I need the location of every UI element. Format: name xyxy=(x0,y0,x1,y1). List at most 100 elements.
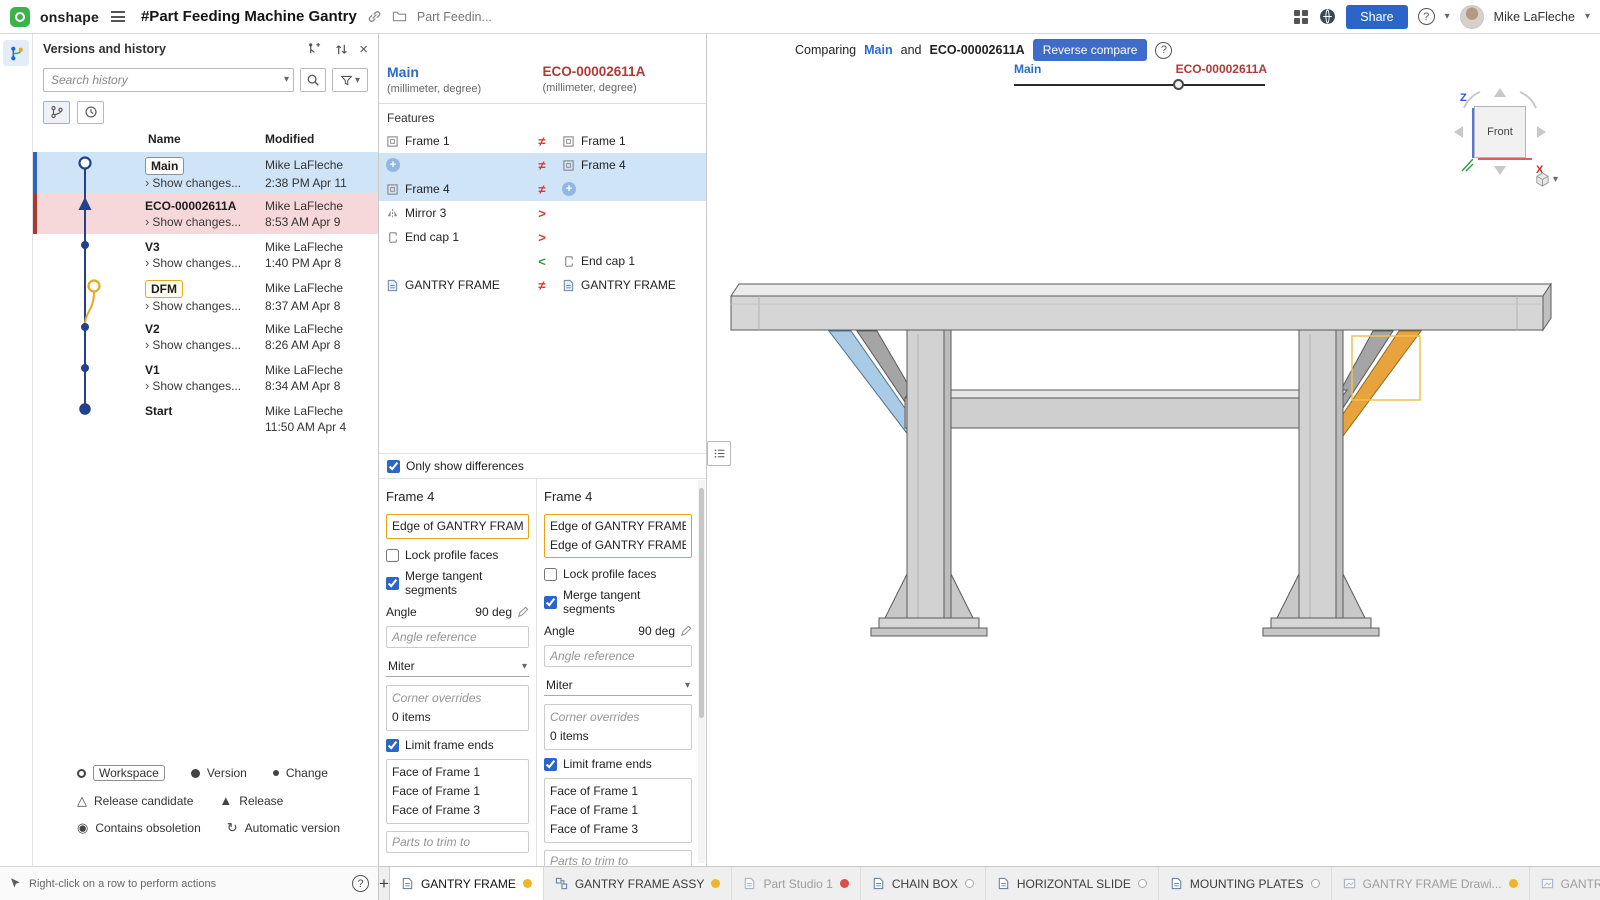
search-button[interactable] xyxy=(300,68,326,92)
merge-tangent-segments-checkbox[interactable]: Merge tangent segments xyxy=(544,588,692,616)
filter-button[interactable]: ▾ xyxy=(332,68,368,92)
search-scope-caret-icon[interactable]: ▾ xyxy=(284,74,289,85)
tab-chain-box[interactable]: CHAIN BOX xyxy=(861,867,986,900)
apps-grid-icon[interactable] xyxy=(1293,9,1309,25)
expand-chevron-icon[interactable]: › xyxy=(145,255,149,270)
reverse-compare-button[interactable]: Reverse compare xyxy=(1033,39,1148,61)
slider-handle[interactable] xyxy=(1173,79,1184,90)
expand-chevron-icon[interactable]: › xyxy=(145,214,149,229)
merge-tangent-segments-checkbox[interactable]: Merge tangent segments xyxy=(386,569,529,597)
corner-overrides-list[interactable]: Corner overrides 0 items xyxy=(544,704,692,750)
main-menu-icon[interactable] xyxy=(109,6,127,26)
compare-row[interactable]: Mirror 3 > xyxy=(379,201,706,225)
history-list-toggle[interactable] xyxy=(77,101,104,124)
angle-reference-input[interactable]: Angle reference xyxy=(544,645,692,667)
tab-gantry-frame-assy[interactable]: GANTRY FRAME ASSY xyxy=(544,867,733,900)
tab-part-studio-1[interactable]: Part Studio 1 xyxy=(732,867,860,900)
limit-frame-ends-checkbox[interactable]: Limit frame ends xyxy=(386,738,529,752)
comparing-left-link[interactable]: Main xyxy=(864,43,892,57)
rotate-left-arrow-icon[interactable] xyxy=(1454,126,1463,138)
history-row-main[interactable]: MainMike LaFleche ›Show changes...2:38 P… xyxy=(33,152,378,193)
slider-track[interactable] xyxy=(1014,84,1265,86)
only-show-differences-checkbox[interactable]: Only show differences xyxy=(379,453,706,478)
show-changes-link[interactable]: Show changes... xyxy=(152,215,241,229)
slider-left-label[interactable]: Main xyxy=(1014,62,1041,76)
compare-row[interactable]: Frame 4 ≠ + xyxy=(379,177,706,201)
rotate-down-arrow-icon[interactable] xyxy=(1494,166,1506,175)
user-menu-caret-icon[interactable]: ▾ xyxy=(1585,11,1590,22)
equation-icon[interactable] xyxy=(680,625,692,637)
compare-row[interactable]: + ≠ Frame 4 xyxy=(379,153,706,177)
graphics-viewport[interactable]: Comparing Main and ECO-00002611A Reverse… xyxy=(707,34,1600,866)
compare-help-icon[interactable]: ? xyxy=(1155,42,1172,59)
help-icon[interactable]: ? xyxy=(1418,8,1435,25)
close-panel-icon[interactable]: × xyxy=(359,41,368,58)
edge-selection-box[interactable]: Edge of GANTRY FRAME Edge of GANTRY FRAM… xyxy=(544,514,692,558)
compare-row[interactable]: End cap 1 > xyxy=(379,225,706,249)
folder-icon[interactable] xyxy=(392,9,407,24)
expand-chevron-icon[interactable]: › xyxy=(145,337,149,352)
show-changes-link[interactable]: Show changes... xyxy=(152,256,241,270)
show-changes-link[interactable]: Show changes... xyxy=(152,338,241,352)
corner-style-select[interactable]: Miter ▾ xyxy=(544,675,692,696)
frame-ends-faces-list[interactable]: Face of Frame 1 Face of Frame 1 Face of … xyxy=(544,778,692,843)
tab-gantry-frame-drawing[interactable]: GANTRY FRAME Drawi... xyxy=(1332,867,1530,900)
statusbar-help-icon[interactable]: ? xyxy=(352,875,369,892)
history-row-v1[interactable]: V1Mike LaFleche ›Show changes...8:34 AM … xyxy=(33,357,378,398)
show-changes-link[interactable]: Show changes... xyxy=(152,176,241,190)
versions-panel-icon[interactable] xyxy=(3,40,29,66)
expand-chevron-icon[interactable]: › xyxy=(145,175,149,190)
slider-right-label[interactable]: ECO-00002611A xyxy=(1176,62,1267,76)
tab-horizontal-slide[interactable]: HORIZONTAL SLIDE xyxy=(986,867,1159,900)
onshape-logo-icon[interactable] xyxy=(10,7,30,27)
history-row-start[interactable]: StartMike LaFleche 11:50 AM Apr 4 xyxy=(33,398,378,439)
comparing-right-link[interactable]: ECO-00002611A xyxy=(929,43,1024,57)
view-options-cube-icon[interactable]: ▾ xyxy=(1535,172,1558,187)
user-avatar[interactable] xyxy=(1460,5,1484,29)
compare-versions-icon[interactable] xyxy=(331,39,351,59)
rotate-right-arrow-icon[interactable] xyxy=(1537,126,1546,138)
expand-chevron-icon[interactable]: › xyxy=(145,378,149,393)
angle-reference-input[interactable]: Angle reference xyxy=(386,626,529,648)
graph-view-toggle[interactable] xyxy=(43,101,70,124)
compare-scrollbar[interactable] xyxy=(698,480,705,863)
frame-ends-faces-list[interactable]: Face of Frame 1 Face of Frame 1 Face of … xyxy=(386,759,529,824)
assembly-icon xyxy=(555,877,568,890)
create-version-icon[interactable] xyxy=(303,39,323,59)
history-row-v3[interactable]: V3Mike LaFleche ›Show changes...1:40 PM … xyxy=(33,234,378,275)
equation-icon[interactable] xyxy=(517,606,529,618)
compare-row[interactable]: GANTRY FRAME ≠ GANTRY FRAME xyxy=(379,273,706,297)
limit-frame-ends-checkbox[interactable]: Limit frame ends xyxy=(544,757,692,771)
view-cube[interactable]: Front Z X ▾ xyxy=(1440,68,1560,200)
tab-mounting-plates[interactable]: MOUNTING PLATES xyxy=(1159,867,1332,900)
corner-style-select[interactable]: Miter ▾ xyxy=(386,656,529,677)
help-caret-icon[interactable]: ▾ xyxy=(1445,11,1450,22)
history-row-dfm[interactable]: DFMMike LaFleche ›Show changes...8:37 AM… xyxy=(33,275,378,316)
lock-profile-faces-checkbox[interactable]: Lock profile faces xyxy=(386,548,529,562)
copy-link-icon[interactable] xyxy=(367,9,382,24)
feature-list-flyout-button[interactable] xyxy=(707,441,731,466)
tab-gantry-frame-2[interactable]: GANTRY FRAME xyxy=(1530,867,1600,900)
lock-profile-faces-checkbox[interactable]: Lock profile faces xyxy=(544,567,692,581)
show-changes-link[interactable]: Show changes... xyxy=(152,379,241,393)
rotate-up-arrow-icon[interactable] xyxy=(1494,88,1506,97)
help-center-icon[interactable] xyxy=(1319,8,1336,25)
corner-overrides-list[interactable]: Corner overrides 0 items xyxy=(386,685,529,731)
angle-field[interactable]: Angle 90 deg xyxy=(386,605,529,619)
angle-field[interactable]: Angle 90 deg xyxy=(544,624,692,638)
compare-row[interactable]: < End cap 1 xyxy=(379,249,706,273)
viewcube-front-face[interactable]: Front xyxy=(1474,106,1526,158)
tab-gantry-frame[interactable]: GANTRY FRAME xyxy=(389,867,544,900)
history-row-eco[interactable]: ECO-00002611AMike LaFleche ›Show changes… xyxy=(33,193,378,234)
share-button[interactable]: Share xyxy=(1346,5,1407,29)
compare-row[interactable]: Frame 1 ≠ Frame 1 xyxy=(379,129,706,153)
parts-to-trim-input[interactable]: Parts to trim to xyxy=(386,831,529,853)
tab-status-dot xyxy=(965,879,974,888)
show-changes-link[interactable]: Show changes... xyxy=(152,299,241,313)
search-history-input[interactable] xyxy=(43,68,294,92)
folder-label[interactable]: Part Feedin... xyxy=(417,10,492,24)
history-row-v2[interactable]: V2Mike LaFleche ›Show changes...8:26 AM … xyxy=(33,316,378,357)
expand-chevron-icon[interactable]: › xyxy=(145,298,149,313)
parts-to-trim-input[interactable]: Parts to trim to xyxy=(544,850,692,866)
edge-selection-box[interactable]: Edge of GANTRY FRAME xyxy=(386,514,529,539)
